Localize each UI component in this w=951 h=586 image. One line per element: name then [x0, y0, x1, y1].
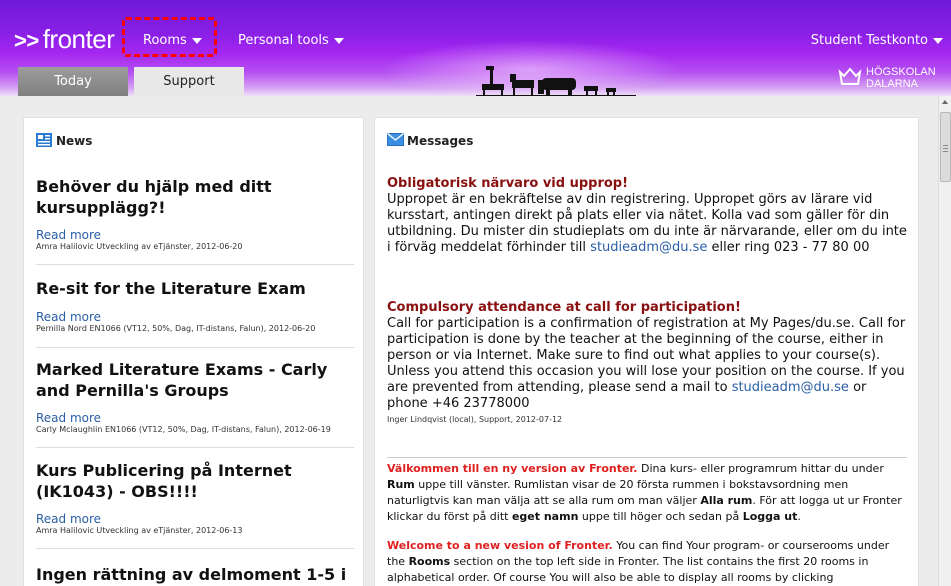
message-bold: Rum	[387, 478, 415, 491]
message-body: Uppropet är en bekräftelse av din regist…	[387, 192, 907, 256]
top-header: >> fronter Rooms Personal tools Student T…	[0, 0, 951, 96]
news-item-meta: Pernilla Nord EN1066 (VT12, 50%, Dag, IT…	[36, 324, 316, 333]
news-item-meta: Amra Halilovic Utveckling av eTjänster, …	[36, 526, 243, 535]
user-name: Student Testkonto	[810, 33, 928, 48]
personal-tools-label: Personal tools	[238, 33, 329, 48]
envelope-icon	[387, 133, 404, 146]
rooms-menu-label: Rooms	[143, 33, 187, 48]
news-item-meta: Carly Mclaughlin EN1066 (VT12, 50%, Dag,…	[36, 425, 331, 434]
news-item-title[interactable]: Re-sit for the Literature Exam	[36, 278, 354, 299]
message-item: Obligatorisk närvaro vid upprop! Upprope…	[387, 176, 907, 256]
message-lead: Välkommen till en ny version av Fronter.	[387, 462, 638, 475]
chevron-down-icon	[191, 37, 202, 44]
message-text-tail: eller ring 023 - 77 80 00	[707, 240, 870, 255]
news-item: Re-sit for the Literature Exam Read more…	[36, 278, 354, 348]
scrollbar-thumb[interactable]	[940, 112, 951, 182]
message-item: Välkommen till en ny version av Fronter.…	[387, 461, 907, 525]
tab-support[interactable]: Support	[134, 67, 244, 96]
news-item: Kurs Publicering på Internet (IK1043) - …	[36, 460, 354, 549]
message-body: Call for participation is a confirmation…	[387, 316, 907, 412]
message-text: Dina kurs- eller programrum hittar du un…	[637, 462, 884, 475]
logo-chevrons: >>	[14, 28, 39, 53]
message-bold: eget namn	[511, 510, 579, 523]
news-panel: News Behöver du hjälp med ditt kursupplä…	[24, 118, 363, 586]
user-menu[interactable]: Student Testkonto	[811, 33, 943, 48]
read-more-link[interactable]: Read more	[36, 512, 354, 526]
news-item-title[interactable]: Behöver du hjälp med ditt kursupplägg?!	[36, 176, 354, 218]
message-title: Compulsory attendance at call for partic…	[387, 300, 741, 315]
message-meta: Inger Lindqvist (local), Support, 2012-0…	[387, 415, 563, 424]
news-item-title[interactable]: Marked Literature Exams - Carly and Pern…	[36, 359, 354, 401]
grip-line	[943, 145, 948, 146]
tab-support-label: Support	[163, 74, 215, 89]
crown-icon	[838, 67, 862, 85]
message-item: Compulsory attendance at call for partic…	[387, 300, 907, 428]
vertical-scrollbar[interactable]	[938, 96, 951, 586]
message-bold: Logga ut	[742, 510, 798, 523]
email-link[interactable]: studieadm@du.se	[732, 380, 849, 395]
tab-today-label: Today	[54, 74, 92, 89]
divider	[387, 457, 907, 458]
message-lead: Welcome to a new vesion of Fronter.	[387, 539, 613, 552]
messages-title: Messages	[407, 134, 474, 148]
brand-line2: DALARNA	[866, 78, 918, 90]
tab-today[interactable]: Today	[18, 67, 128, 96]
read-more-link[interactable]: Read more	[36, 411, 354, 425]
news-item: Ingen rättning av delmoment 1-5 i	[36, 564, 354, 585]
animal-silhouettes-icon	[476, 66, 636, 96]
read-more-link[interactable]: Read more	[36, 228, 354, 242]
news-item-meta: Amra Halilovic Utveckling av eTjänster, …	[36, 242, 243, 251]
newspaper-icon	[36, 133, 52, 147]
logo-text: fronter	[42, 24, 115, 54]
read-more-link[interactable]: Read more	[36, 310, 354, 324]
news-item: Marked Literature Exams - Carly and Pern…	[36, 359, 354, 448]
message-text: .	[797, 510, 801, 523]
brand-line1: HÖGSKOLAN	[866, 66, 936, 78]
news-item-title[interactable]: Ingen rättning av delmoment 1-5 i	[36, 564, 354, 585]
grip-line	[943, 151, 948, 152]
messages-panel: Messages Obligatorisk närvaro vid upprop…	[375, 118, 918, 586]
news-item-title[interactable]: Kurs Publicering på Internet (IK1043) - …	[36, 460, 354, 502]
rooms-menu[interactable]: Rooms	[143, 33, 202, 48]
personal-tools-menu[interactable]: Personal tools	[238, 33, 344, 48]
email-link[interactable]: studieadm@du.se	[590, 240, 707, 255]
message-item: Welcome to a new vesion of Fronter. You …	[387, 538, 907, 586]
chevron-down-icon	[933, 37, 943, 44]
chevron-down-icon	[333, 37, 344, 44]
message-bold: Alla rum	[700, 494, 753, 507]
scroll-up-icon[interactable]	[942, 100, 948, 104]
message-title: Obligatorisk närvaro vid upprop!	[387, 176, 629, 191]
news-title: News	[56, 134, 93, 148]
message-text: section on the top left side in Fronter.…	[387, 555, 869, 584]
message-text: uppe till höger och sedan på	[578, 510, 743, 523]
fronter-logo[interactable]: >> fronter	[14, 24, 115, 55]
message-bold: Rooms	[408, 555, 451, 568]
news-item: Behöver du hjälp med ditt kursupplägg?! …	[36, 176, 354, 265]
grip-line	[943, 148, 948, 149]
